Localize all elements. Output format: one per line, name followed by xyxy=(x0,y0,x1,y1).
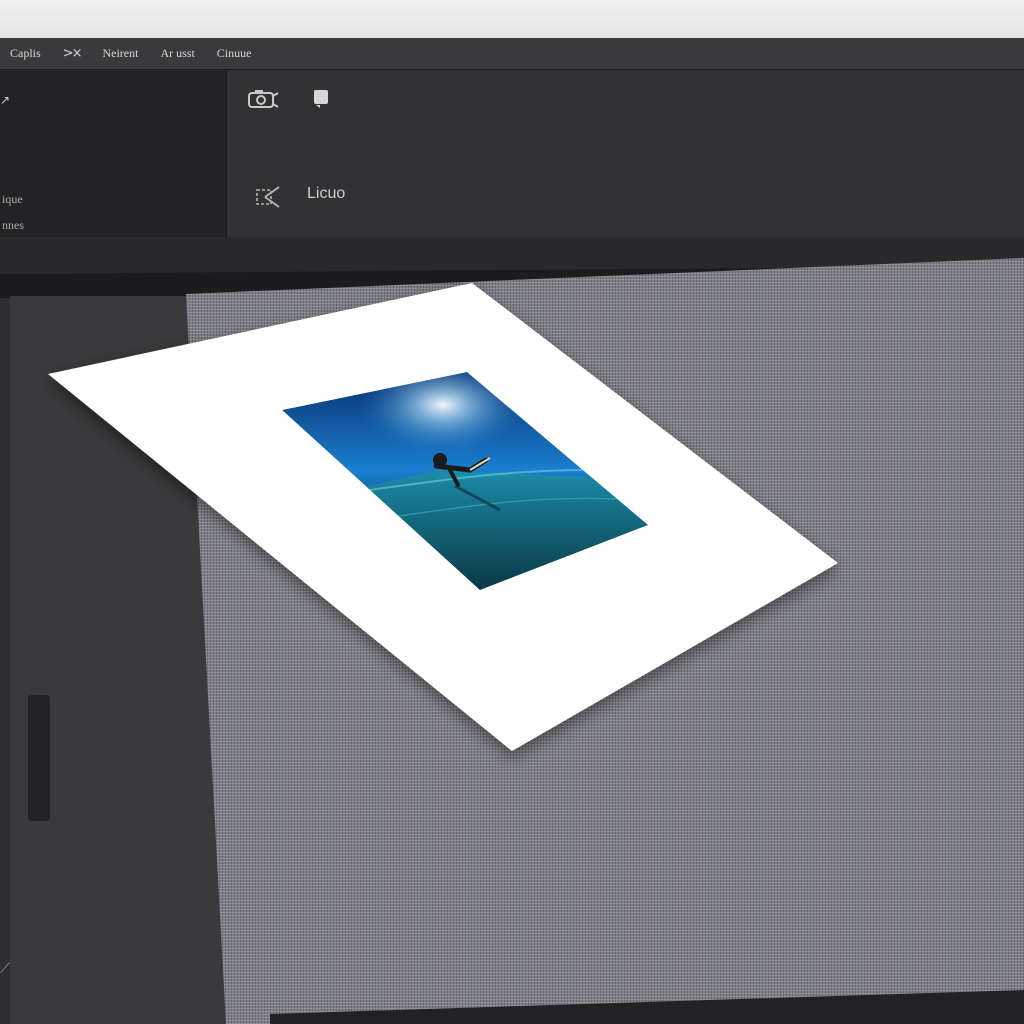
document-page[interactable] xyxy=(0,0,1024,1024)
